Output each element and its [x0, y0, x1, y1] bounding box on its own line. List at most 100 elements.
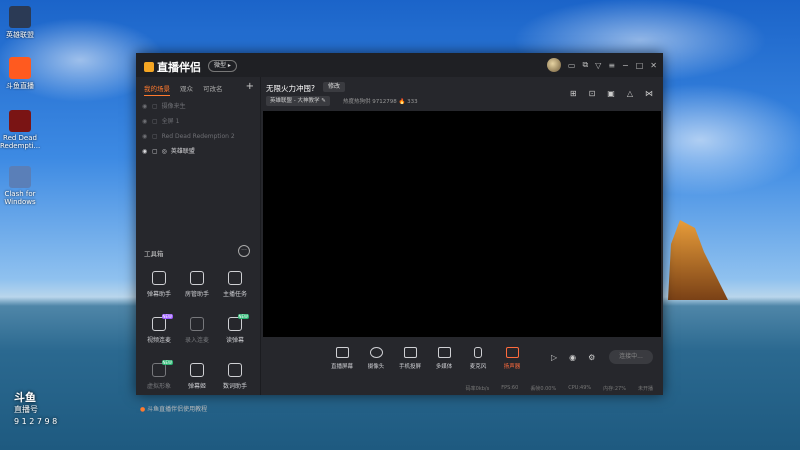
toolbox-more-button[interactable]: ···: [238, 245, 250, 257]
titlebar-controls: ▭ ⧉ ▽ ≡ − □ ✕: [546, 58, 657, 72]
add-screen-button[interactable]: 直播屏幕: [327, 347, 357, 370]
eye-icon[interactable]: ◉: [142, 99, 148, 114]
chat-icon[interactable]: ▭: [568, 61, 576, 70]
memory-status: 内存:27%: [603, 385, 626, 392]
desktop-icon-clash[interactable]: Clash for Windows: [0, 166, 40, 206]
admin-icon: [190, 271, 204, 285]
add-scene-button[interactable]: +: [246, 81, 254, 92]
tool-record-link[interactable]: 录入连麦: [178, 313, 216, 353]
tool-read-danmaku[interactable]: NEW 读弹幕: [216, 313, 254, 353]
tool-danmaku-helper[interactable]: 弹幕助手: [140, 267, 178, 307]
download-icon: [190, 317, 204, 331]
settings-icon[interactable]: ⚙: [588, 353, 595, 362]
left-panel: 我的场景 观众 可改名 + ◉ ▢ 摄像来生 ◉ ▢ 全屏 1 ◉ ▢ Red Dead R…: [136, 77, 261, 413]
tool-count-helper[interactable]: 数词助手: [216, 359, 254, 399]
live-state-status: 未开播: [637, 385, 653, 392]
tab-my-scenes[interactable]: 我的场景: [144, 83, 170, 96]
scene-item[interactable]: ◉ ▢ Red Dead Redemption 2: [142, 129, 254, 144]
mode-pill[interactable]: 微型 ▸: [208, 60, 237, 72]
danmaku-box-icon: [190, 363, 204, 377]
logo-icon: [144, 62, 154, 72]
app-logo: 直播伴侣: [144, 59, 201, 75]
gift-icon[interactable]: ⊞: [570, 89, 577, 98]
read-danmaku-icon: NEW: [228, 314, 249, 331]
tool-virtual-avatar[interactable]: NEW 虚拟形象: [140, 359, 178, 399]
start-live-button[interactable]: 连接中...: [609, 350, 653, 364]
streaming-app-icon: [9, 57, 31, 79]
titlebar: 直播伴侣 微型 ▸ ▭ ⧉ ▽ ≡ − □ ✕: [136, 53, 663, 77]
lock-icon[interactable]: ▢: [152, 144, 158, 159]
eye-icon[interactable]: ◉: [142, 144, 148, 159]
extra-controls: ▷ ◉ ⚙: [551, 353, 595, 362]
scene-list: ◉ ▢ 摄像来生 ◉ ▢ 全屏 1 ◉ ▢ Red Dead Redemption 2 ◉ ▢…: [142, 99, 254, 159]
lol-icon: [9, 6, 31, 28]
lock-icon[interactable]: ▢: [152, 99, 158, 114]
phone-cast-button[interactable]: 手机投屏: [395, 347, 425, 370]
close-icon[interactable]: ✕: [650, 61, 657, 70]
new-badge: NEW: [237, 314, 249, 319]
menu-icon[interactable]: ≡: [608, 61, 615, 70]
info-icon: ●: [140, 406, 146, 413]
tool-streamer-task[interactable]: 主播任务: [216, 267, 254, 307]
speaker-button[interactable]: 扬声器: [497, 347, 527, 370]
cpu-status: CPU:49%: [568, 385, 592, 391]
screen-icon: [335, 347, 349, 358]
edit-title-button[interactable]: 修改: [323, 82, 346, 92]
record-icon[interactable]: ▷: [551, 353, 557, 362]
video-link-icon: NEW: [152, 314, 173, 331]
lock-icon[interactable]: ▢: [152, 129, 158, 144]
danmaku-icon: [152, 271, 166, 285]
source-controls: 直播屏幕 摄像头 手机投屏 多媒体 麦克风 扬声器 ▷ ◉ ⚙ 连接中...: [261, 341, 663, 381]
cat-icon: [9, 166, 31, 188]
room-stats: 热度热狗供 9712798 🔥 333: [343, 99, 418, 105]
count-icon: [228, 363, 242, 377]
eye-icon[interactable]: ◉: [142, 129, 148, 144]
share-icon[interactable]: ⋈: [645, 89, 653, 98]
desktop-icon-rdr2[interactable]: Red Dead Redempti...: [0, 110, 40, 150]
dropped-frames-status: 丢帧0.00%: [530, 385, 557, 392]
category-selector[interactable]: 英雄联盟 - 大神教学 ✎: [266, 96, 330, 106]
shirt-icon[interactable]: ▽: [595, 61, 601, 70]
scene-item[interactable]: ◉ ▢ 摄像来生: [142, 99, 254, 114]
scene-tabs: 我的场景 观众 可改名: [144, 83, 223, 96]
douyu-watermark: 斗鱼 直播号 9 1 2 7 9 8: [14, 391, 58, 427]
stream-preview[interactable]: [263, 111, 661, 337]
task-icon: [228, 271, 242, 285]
tool-admin-helper[interactable]: 房管助手: [178, 267, 216, 307]
tool-danmaku-box[interactable]: 弹幕姬: [178, 359, 216, 399]
maximize-icon[interactable]: □: [636, 61, 644, 70]
room-toolbar: ⊞ ⊡ ▣ △ ⋈: [570, 89, 653, 98]
layout-icon[interactable]: ▣: [607, 89, 615, 98]
user-avatar[interactable]: [546, 58, 561, 72]
tab-audience[interactable]: 观众: [180, 83, 193, 96]
game-icon: ◎: [161, 148, 167, 155]
tool-video-link[interactable]: NEW 视频连麦: [140, 313, 178, 353]
eye-icon[interactable]: ◉: [142, 114, 148, 129]
phone-icon: [403, 347, 417, 358]
preview-eye-icon[interactable]: ◉: [569, 353, 576, 362]
add-media-button[interactable]: 多媒体: [429, 347, 459, 370]
main-panel: 无限火力冲囤? 修改 英雄联盟 - 大神教学 ✎ 热度热狗供 9712798 🔥…: [261, 77, 663, 395]
minimize-icon[interactable]: −: [622, 61, 629, 70]
scene-item[interactable]: ◉ ▢ 全屏 1: [142, 114, 254, 129]
lock-icon[interactable]: ⊡: [589, 89, 596, 98]
tab-rename[interactable]: 可改名: [203, 83, 223, 96]
mic-icon: [474, 347, 482, 358]
scene-item[interactable]: ◉ ▢ ◎ 英雄联盟: [142, 144, 254, 159]
bitrate-status: 码率0kb/s: [465, 385, 490, 392]
desktop-icon-lol[interactable]: 英雄联盟: [0, 6, 40, 40]
wallpaper-rock: [668, 220, 728, 300]
new-badge: NEW: [161, 314, 173, 319]
desktop-icon-streaming[interactable]: 斗鱼直播: [0, 57, 40, 91]
window-icon[interactable]: ⧉: [582, 60, 588, 70]
lock-icon[interactable]: ▢: [152, 114, 158, 129]
room-title: 无限火力冲囤?: [266, 84, 315, 93]
rdr2-icon: [9, 110, 31, 132]
media-icon: [437, 347, 451, 358]
tutorial-link[interactable]: ● 斗鱼直播伴侣使用教程: [140, 404, 207, 413]
add-camera-button[interactable]: 摄像头: [361, 347, 391, 370]
bell-icon[interactable]: △: [627, 89, 633, 98]
app-window: 直播伴侣 微型 ▸ ▭ ⧉ ▽ ≡ − □ ✕ 我的场景 观众 可改名 + ◉ ▢…: [136, 53, 663, 413]
microphone-button[interactable]: 麦克风: [463, 347, 493, 370]
speaker-icon: [505, 347, 519, 358]
